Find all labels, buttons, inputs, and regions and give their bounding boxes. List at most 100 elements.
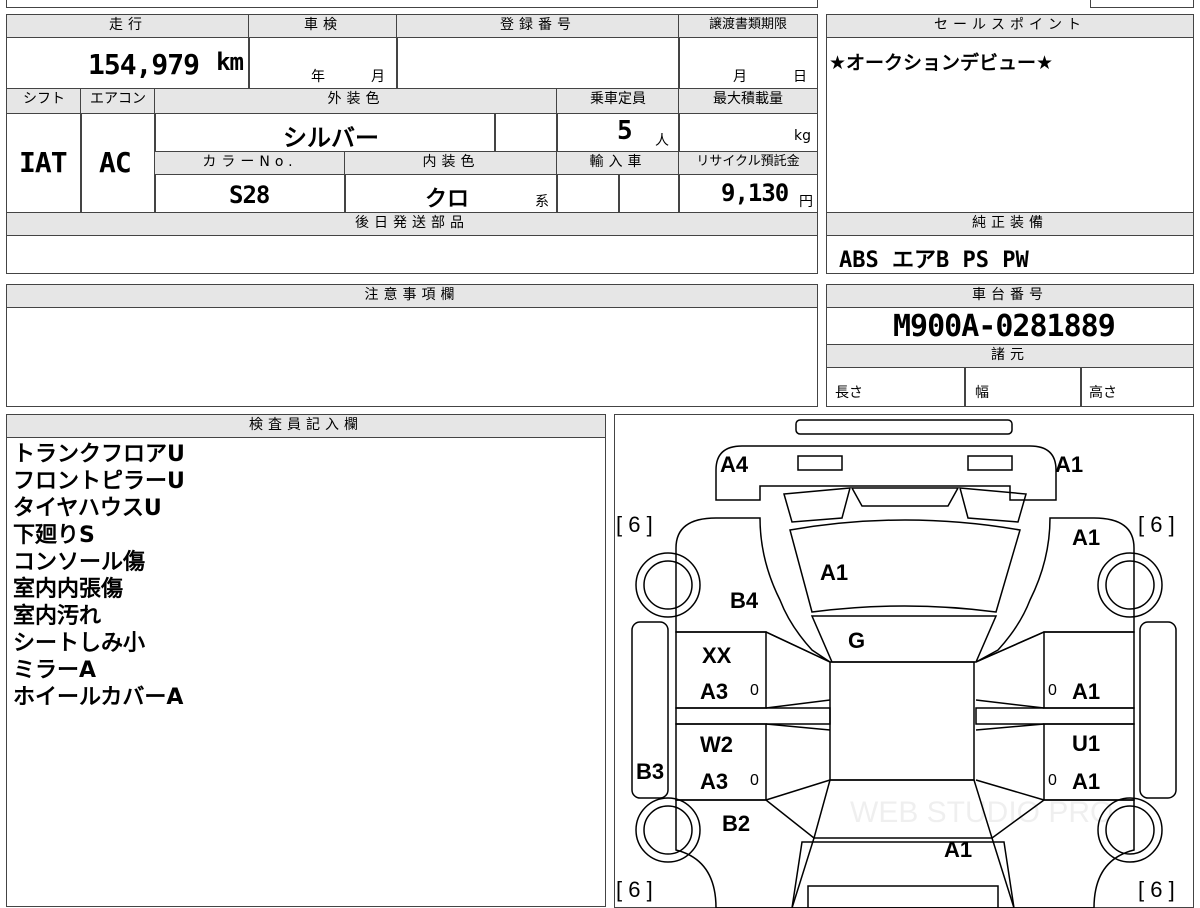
specs-width-cell: 幅 [964,367,1082,407]
wheel-rear-right [1097,552,1163,618]
inspection-header: 車検 [248,14,398,38]
equipment-value: ABS エアB PS PW [839,248,1029,273]
specs-height-cell: 高さ [1080,367,1194,407]
specs-width: 幅 [975,385,989,401]
remark-item: フロントピラーU [13,469,185,494]
remark-item: コンソール傷 [13,550,146,575]
shift-header: シフト [6,88,82,114]
inspection-year: 年 [311,69,325,85]
label-rear-left: A4 [720,452,749,477]
sales-point-cell: ★オークションデビュー★ [826,37,1194,213]
color-no-value: S28 [229,181,270,209]
front-bumper [807,885,999,908]
inspector-cell: トランクフロアU フロントピラーU タイヤハウスU 下廻りS コンソール傷 室内… [6,437,606,907]
registration-header: 登録番号 [396,14,680,38]
capacity-value: 5 [617,116,633,146]
aircon-cell: AC [80,113,156,213]
max-load-cell: kg [678,113,818,152]
shift-value: IAT [19,146,68,179]
label-front-door-right-small: 0 [1048,772,1057,789]
mileage-header: 走行 [6,14,250,38]
exterior-color-extra [494,113,558,152]
rear-bumper [795,419,1013,435]
label-tire-fl: [ 6 ] [616,877,653,902]
interior-color-suffix: 系 [535,194,549,210]
label-roof: G [848,628,865,653]
label-rear-door-right: A1 [1072,679,1100,704]
remark-item: ミラーA [13,658,97,683]
equipment-cell: ABS エアB PS PW [826,235,1194,274]
remark-item: トランクフロアU [13,442,185,467]
aircon-header: エアコン [80,88,156,114]
registration-cell [396,37,680,89]
exterior-color-header: 外装色 [154,88,558,114]
chassis-cell: M900A-0281889 [826,307,1194,345]
label-rear-door-left-small: 0 [750,682,759,699]
notes-header: 注意事項欄 [6,284,818,308]
equipment-header: 純正装備 [826,212,1194,236]
mileage-unit: km [216,48,244,76]
sales-point-text: ★オークションデビュー★ [829,52,1054,74]
label-front-fender-left: B2 [722,811,750,836]
deferred-parts-header: 後日発送部品 [6,212,818,236]
top-partial-row [6,0,818,8]
hood [791,841,1015,908]
top-partial-box [1090,0,1194,8]
wheel-rear-left [635,552,701,618]
deferred-parts-cell [6,235,818,274]
transfer-day: 日 [793,69,807,85]
inspector-remarks-list: トランクフロアU フロントピラーU タイヤハウスU 下廻りS コンソール傷 室内… [13,441,185,711]
remark-item: 室内汚れ [13,604,102,629]
recycle-value: 9,130 [721,179,789,207]
label-rear-door-left-2: A3 [700,679,728,704]
label-rear-quarter-right: A1 [1072,525,1100,550]
car-diagram: A4 A1 [ 6 ] [ 6 ] A1 A1 B4 G XX A3 0 0 A… [616,419,1177,908]
transfer-month: 月 [733,69,747,85]
aircon-value: AC [99,146,132,179]
recycle-header: リサイクル預託金 [678,151,818,175]
diagram-panel: A4 A1 [ 6 ] [ 6 ] A1 A1 B4 G XX A3 0 0 A… [614,414,1194,908]
specs-height: 高さ [1089,385,1117,401]
cabin-center [829,661,975,781]
transfer-deadline-cell: 月 日 [678,37,818,89]
color-no-header: カラーNo. [154,151,346,175]
import-cell-a [556,174,620,213]
right-b-pillar [975,707,1135,725]
roof [810,615,998,663]
capacity-cell: 5 人 [556,113,680,152]
specs-length: 長さ [835,385,863,401]
import-cell-b [618,174,680,213]
chassis-header: 車台番号 [826,284,1194,308]
color-no-cell: S28 [154,174,346,213]
specs-length-cell: 長さ [826,367,966,407]
remark-item: タイヤハウスU [13,496,162,521]
mileage-cell: 154,979 km [6,37,250,89]
inspector-header: 検査員記入欄 [6,414,606,438]
left-b-pillar [675,707,831,725]
inspection-cell: 年 月 [248,37,398,89]
transfer-deadline-header: 譲渡書類期限 [678,14,818,38]
label-front-door-left-2: A3 [700,769,728,794]
label-tire-fr: [ 6 ] [1138,877,1175,902]
remark-item: シートしみ小 [13,631,146,656]
recycle-cell: 9,130 円 [678,174,818,213]
exterior-color-cell: シルバー [154,113,496,152]
label-tire-rl: [ 6 ] [616,512,653,537]
label-rear-door-right-small: 0 [1048,682,1057,699]
interior-color-cell: クロ 系 [344,174,558,213]
label-front-door-left-1: W2 [700,732,733,757]
rear-lamp-right [967,455,1013,471]
wheel-front-left [635,797,701,863]
max-load-header: 最大積載量 [678,88,818,114]
right-rear-quarter [975,517,1135,663]
watermark: WEB STUDIO PRO [850,796,1113,829]
label-rear-door-left-1: XX [702,643,732,668]
label-tire-rr: [ 6 ] [1138,512,1175,537]
label-front-door-right-2: A1 [1072,769,1100,794]
inspection-month: 月 [371,69,385,85]
remark-item: 下廻りS [13,523,95,548]
capacity-header: 乗車定員 [556,88,680,114]
exterior-color-value: シルバー [283,124,379,152]
chassis-value: M900A-0281889 [893,309,1116,344]
remark-item: 室内内張傷 [13,577,124,602]
